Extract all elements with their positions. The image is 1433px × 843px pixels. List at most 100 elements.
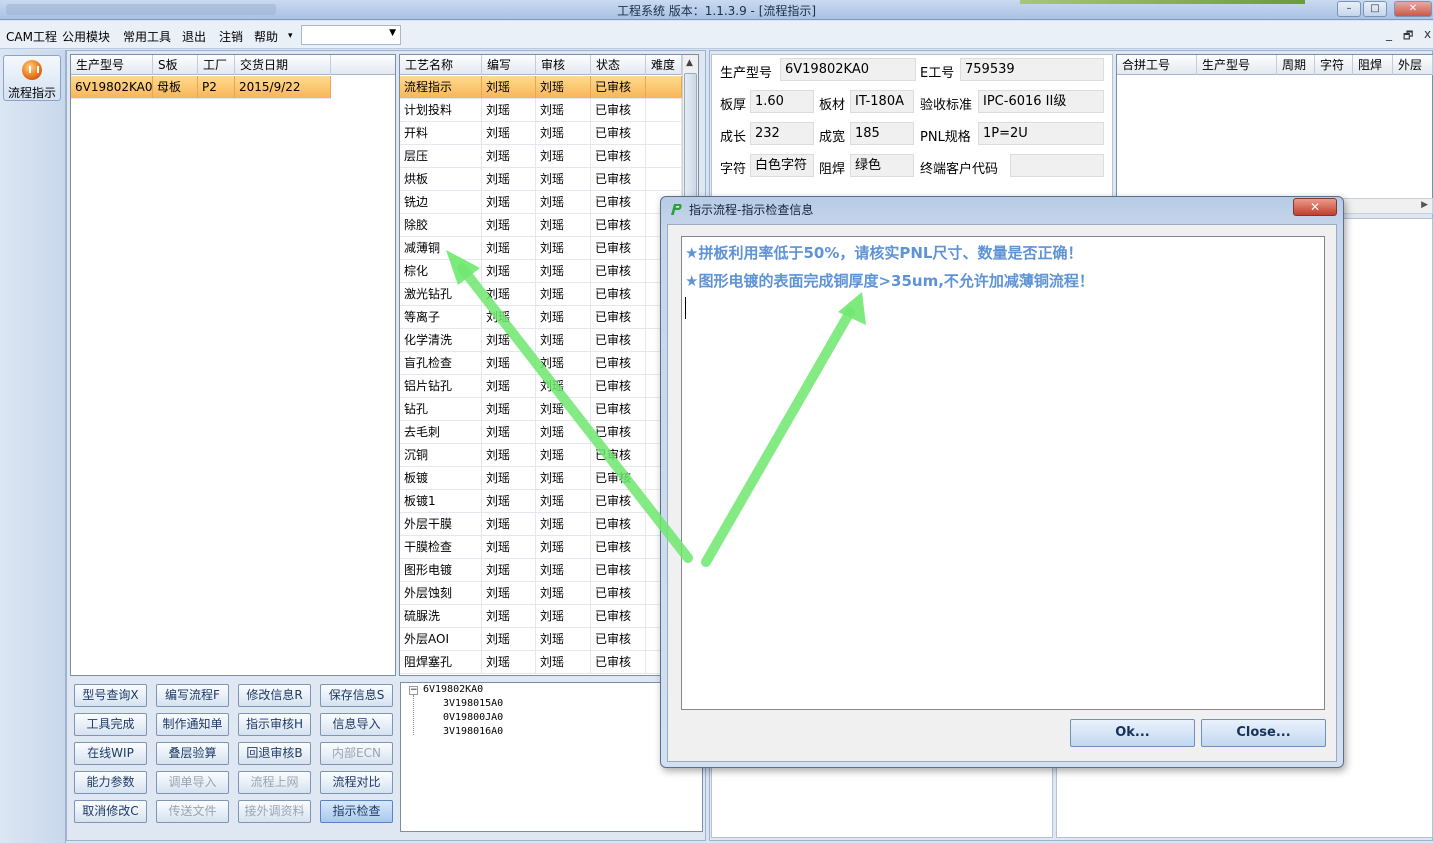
edit-info-button[interactable]: 修改信息R	[238, 684, 311, 707]
col-header-merge-no[interactable]: 合拼工号	[1117, 55, 1197, 75]
col-header-solder-mask[interactable]: 阻焊	[1353, 55, 1393, 75]
customer-code-field[interactable]	[1010, 154, 1104, 177]
table-row[interactable]: 干膜检查 刘瑶 刘瑶 已审核	[400, 536, 682, 559]
menu-help[interactable]: 帮助	[254, 28, 278, 45]
save-info-button[interactable]: 保存信息S	[320, 684, 393, 707]
chevron-down-icon[interactable]: ▾	[288, 31, 293, 41]
stackup-check-button[interactable]: 叠层验算	[156, 742, 229, 765]
import-info-button[interactable]: 信息导入	[320, 713, 393, 736]
revert-review-button[interactable]: 回退审核B	[238, 742, 311, 765]
model-field[interactable]: 6V19802KA0	[780, 58, 916, 81]
label-solder-mask: 阻焊	[819, 162, 846, 177]
table-row[interactable]: 化学清洗 刘瑶 刘瑶 已审核	[400, 329, 682, 352]
minimize-icon[interactable]: –	[1337, 1, 1361, 17]
table-row[interactable]: 钻孔 刘瑶 刘瑶 已审核	[400, 398, 682, 421]
width-field[interactable]: 185	[850, 122, 914, 145]
table-row[interactable]: 流程指示 刘瑶 刘瑶 已审核	[400, 76, 682, 99]
close-icon[interactable]: ✕	[1394, 1, 1432, 17]
menu-tools[interactable]: 常用工具	[123, 28, 171, 45]
order-import-button[interactable]: 调单导入	[156, 771, 229, 794]
table-row[interactable]: 外层干膜 刘瑶 刘瑶 已审核	[400, 513, 682, 536]
dialog-close-icon[interactable]: ✕	[1293, 198, 1337, 216]
col-header-reviewer[interactable]: 审核	[536, 55, 591, 75]
message-textarea[interactable]: ★拼板利用率低于50%，请核实PNL尺寸、数量是否正确！ ★图形电镀的表面完成铜…	[681, 236, 1325, 710]
review-instruction-button[interactable]: 指示审核H	[238, 713, 311, 736]
table-row[interactable]: 铝片钻孔 刘瑶 刘瑶 已审核	[400, 375, 682, 398]
e-number-field[interactable]: 759539	[960, 58, 1104, 81]
tree-node[interactable]: 3V198015A0	[443, 698, 503, 709]
cancel-edit-button[interactable]: 取消修改C	[74, 800, 147, 823]
material-field[interactable]: IT-180A	[850, 90, 914, 113]
tool-complete-button[interactable]: 工具完成	[74, 713, 147, 736]
maximize-icon[interactable]: □	[1363, 1, 1387, 17]
capability-params-button[interactable]: 能力参数	[74, 771, 147, 794]
menu-exit[interactable]: 退出	[182, 28, 206, 45]
mdi-minimize-icon[interactable]: _	[1386, 27, 1392, 41]
col-header-factory[interactable]: 工厂	[198, 55, 235, 75]
tree-root[interactable]: 6V19802KA0	[423, 684, 483, 695]
table-row[interactable]: 减薄铜 刘瑶 刘瑶 已审核	[400, 237, 682, 260]
write-process-button[interactable]: 编写流程F	[156, 684, 229, 707]
external-data-button[interactable]: 接外调资料	[238, 800, 311, 823]
col-header-process[interactable]: 工艺名称	[400, 55, 482, 75]
table-row[interactable]: 外层蚀刻 刘瑶 刘瑶 已审核	[400, 582, 682, 605]
online-wip-button[interactable]: 在线WIP	[74, 742, 147, 765]
col-header-delivery[interactable]: 交货日期	[235, 55, 331, 75]
menu-cam[interactable]: CAM工程	[6, 28, 57, 45]
table-row[interactable]: 棕化 刘瑶 刘瑶 已审核	[400, 260, 682, 283]
nav-process-button[interactable]: 流程指示	[3, 55, 61, 101]
thickness-field[interactable]: 1.60	[750, 90, 814, 113]
process-upload-button[interactable]: 流程上网	[238, 771, 311, 794]
tree-collapse-icon[interactable]: −	[409, 686, 418, 695]
process-compare-button[interactable]: 流程对比	[320, 771, 393, 794]
menu-logout[interactable]: 注销	[219, 28, 243, 45]
scroll-right-icon[interactable]: ▶	[1421, 200, 1428, 210]
scroll-up-icon[interactable]: ▲	[686, 58, 693, 68]
table-row[interactable]: 外层AOI 刘瑶 刘瑶 已审核	[400, 628, 682, 651]
table-row[interactable]: 去毛刺 刘瑶 刘瑶 已审核	[400, 421, 682, 444]
menu-combo[interactable]: ▼	[301, 25, 401, 45]
model-query-button[interactable]: 型号查询X	[74, 684, 147, 707]
tree-node[interactable]: 0V19800JA0	[443, 712, 503, 723]
table-row[interactable]: 沉铜 刘瑶 刘瑶 已审核	[400, 444, 682, 467]
send-file-button[interactable]: 传送文件	[156, 800, 229, 823]
col-header-character[interactable]: 字符	[1315, 55, 1353, 75]
table-row[interactable]: 烘板 刘瑶 刘瑶 已审核	[400, 168, 682, 191]
table-row[interactable]: 图形电镀 刘瑶 刘瑶 已审核	[400, 559, 682, 582]
tree-node[interactable]: 3V198016A0	[443, 726, 503, 737]
mdi-close-icon[interactable]: x	[1424, 27, 1431, 41]
col-header-outer[interactable]: 外层	[1393, 55, 1433, 75]
table-row[interactable]: 激光钻孔 刘瑶 刘瑶 已审核	[400, 283, 682, 306]
table-row[interactable]: 板镀 刘瑶 刘瑶 已审核	[400, 467, 682, 490]
solder-mask-field[interactable]: 绿色	[850, 154, 914, 177]
length-field[interactable]: 232	[750, 122, 814, 145]
table-row[interactable]: 除胶 刘瑶 刘瑶 已审核	[400, 214, 682, 237]
table-row[interactable]: 层压 刘瑶 刘瑶 已审核	[400, 145, 682, 168]
table-row[interactable]: 盲孔检查 刘瑶 刘瑶 已审核	[400, 352, 682, 375]
col-header-model[interactable]: 生产型号	[71, 55, 153, 75]
col-header-writer[interactable]: 编写	[482, 55, 536, 75]
col-header-model[interactable]: 生产型号	[1197, 55, 1277, 75]
table-row[interactable]: 硫脲洗 刘瑶 刘瑶 已审核	[400, 605, 682, 628]
character-field[interactable]: 白色字符	[750, 154, 814, 177]
internal-ecn-button[interactable]: 内部ECN	[320, 742, 393, 765]
table-row[interactable]: 开料 刘瑶 刘瑶 已审核	[400, 122, 682, 145]
standard-field[interactable]: IPC-6016 II级	[978, 90, 1104, 113]
col-header-cycle[interactable]: 周期	[1277, 55, 1315, 75]
pnl-field[interactable]: 1P=2U	[978, 122, 1104, 145]
col-header-status[interactable]: 状态	[591, 55, 646, 75]
ok-button[interactable]: Ok...	[1070, 719, 1195, 747]
mdi-restore-icon[interactable]: 🗗	[1403, 27, 1413, 46]
menu-common-module[interactable]: 公用模块	[62, 28, 110, 45]
instruction-check-button[interactable]: 指示检查	[320, 800, 393, 823]
table-row[interactable]: 板镀1 刘瑶 刘瑶 已审核	[400, 490, 682, 513]
make-notice-button[interactable]: 制作通知单	[156, 713, 229, 736]
table-row[interactable]: 6V19802KA0 母板 P2 2015/9/22	[71, 76, 331, 99]
table-row[interactable]: 等离子 刘瑶 刘瑶 已审核	[400, 306, 682, 329]
col-header-s-board[interactable]: S板	[153, 55, 198, 75]
table-row[interactable]: 计划投料 刘瑶 刘瑶 已审核	[400, 99, 682, 122]
table-row[interactable]: 铣边 刘瑶 刘瑶 已审核	[400, 191, 682, 214]
col-header-difficulty[interactable]: 难度	[646, 55, 682, 75]
table-row[interactable]: 阻焊塞孔 刘瑶 刘瑶 已审核	[400, 651, 682, 674]
close-button[interactable]: Close...	[1201, 719, 1326, 747]
